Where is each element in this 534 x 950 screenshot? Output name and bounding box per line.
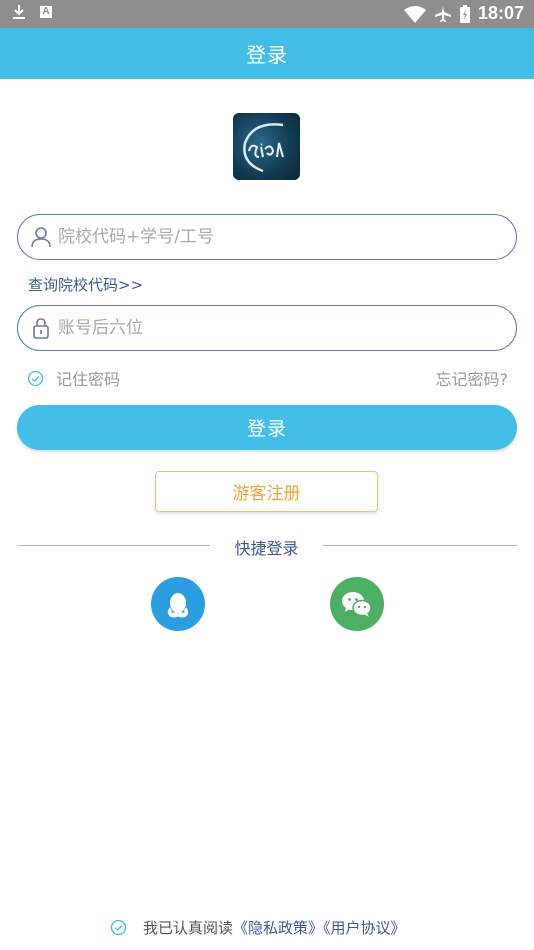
app-logo (233, 113, 300, 180)
airplane-icon (434, 5, 451, 22)
query-school-code-link[interactable]: 查询院校代码>> (28, 274, 143, 295)
status-bar: A 18:07 (0, 0, 534, 28)
privacy-policy-link[interactable]: 《隐私政策》 (233, 919, 323, 937)
logo-mark-icon (243, 123, 284, 173)
divider (323, 545, 517, 546)
battery-icon (459, 4, 470, 23)
header-bar: 登录 (0, 28, 534, 79)
password-input[interactable] (58, 312, 498, 344)
download-icon (13, 5, 25, 19)
wifi-icon (403, 5, 426, 23)
login-button[interactable]: 登录 (17, 405, 517, 450)
remember-password-toggle[interactable]: 记住密码 (27, 366, 120, 390)
forgot-password-link[interactable]: 忘记密码? (436, 366, 509, 390)
account-field[interactable] (17, 214, 517, 260)
qq-icon (167, 593, 189, 618)
guest-register-button[interactable]: 游客注册 (155, 471, 378, 512)
account-input[interactable] (58, 221, 498, 253)
lock-icon (33, 318, 49, 339)
check-circle-icon[interactable] (27, 370, 44, 387)
user-icon (31, 227, 51, 248)
agreement-prefix: 我已认真阅读 (143, 919, 234, 937)
quick-login-title: 快捷登录 (234, 539, 299, 558)
page-title: 登录 (246, 43, 288, 67)
remember-password-label: 记住密码 (56, 370, 121, 389)
check-circle-icon[interactable] (110, 919, 127, 936)
divider (17, 545, 210, 546)
wechat-login-button[interactable] (330, 577, 384, 631)
agreement-row: 我已认真阅读《隐私政策》《用户协议》 (110, 917, 406, 938)
a-badge-icon: A (40, 6, 52, 18)
password-field[interactable] (17, 305, 517, 351)
user-agreement-link[interactable]: 《用户协议》 (323, 919, 406, 937)
wechat-icon (342, 592, 372, 617)
qq-login-button[interactable] (151, 577, 205, 631)
status-time: 18:07 (477, 3, 524, 23)
